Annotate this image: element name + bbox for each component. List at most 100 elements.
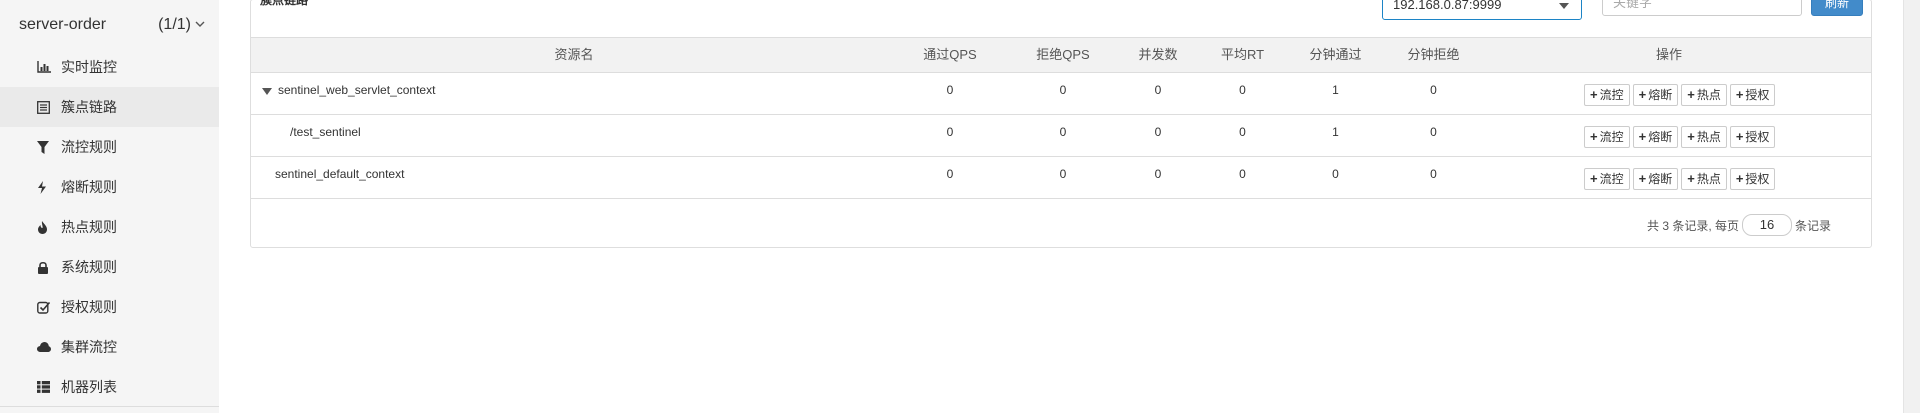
pass-qps: 0 — [946, 83, 954, 97]
column-header-minute-pass: 分钟通过 — [1309, 47, 1362, 62]
minute-pass: 0 — [1332, 167, 1339, 181]
bolt-icon — [37, 180, 59, 194]
minute-block: 0 — [1430, 125, 1437, 139]
threads: 0 — [1154, 83, 1162, 97]
sidebar-item-machine-list[interactable]: 机器列表 — [0, 367, 219, 407]
sidebar-item-label: 集群流控 — [61, 339, 117, 355]
row-actions: + 流控 + 熔断 + 热点 + 授权 — [1584, 126, 1776, 148]
add-flow-rule-button[interactable]: + 流控 — [1584, 168, 1630, 190]
add-degrade-rule-button[interactable]: + 熔断 — [1632, 84, 1679, 106]
threads: 0 — [1154, 167, 1162, 181]
row-actions: + 流控 + 熔断 + 热点 + 授权 — [1584, 168, 1776, 190]
fire-icon — [37, 220, 59, 234]
sidebar-item-realtime-monitor[interactable]: 实时监控 — [0, 47, 219, 87]
button-label: 授权 — [1745, 88, 1770, 102]
cloud-icon — [37, 342, 59, 352]
plus-icon: + — [1638, 129, 1647, 144]
button-label: 流控 — [1599, 88, 1624, 102]
avg-rt: 0 — [1239, 167, 1246, 181]
resource-name: sentinel_default_context — [275, 167, 405, 181]
list-icon — [37, 100, 59, 114]
add-hotspot-rule-button[interactable]: + 热点 — [1681, 84, 1727, 106]
button-label: 流控 — [1599, 172, 1624, 186]
table-row: sentinel_default_context 0 0 0 0 0 0 + 流控… — [251, 157, 1871, 199]
plus-icon: + — [1735, 129, 1744, 144]
minute-pass: 1 — [1332, 83, 1339, 97]
threads: 0 — [1154, 125, 1162, 139]
sidebar-item-hotspot-rules[interactable]: 热点规则 — [0, 207, 219, 247]
expand-triangle-icon[interactable] — [262, 88, 272, 95]
pass-qps: 0 — [946, 125, 954, 139]
button-label: 流控 — [1599, 130, 1624, 144]
page-size-input[interactable]: 16 — [1742, 214, 1793, 236]
sidebar-item-degrade-rules[interactable]: 熔断规则 — [0, 167, 219, 207]
plus-icon: + — [1687, 129, 1695, 144]
sidebar: server-order (1/1) 实时监控 簇点链路 流控规则 熔断规则 热… — [0, 0, 219, 413]
th-list-icon — [37, 381, 59, 393]
sidebar-item-authority-rules[interactable]: 授权规则 — [0, 287, 219, 327]
machine-select[interactable]: 192.168.0.87:9999 — [1382, 0, 1582, 20]
lock-icon — [37, 261, 59, 274]
column-header-threads: 并发数 — [1138, 47, 1178, 62]
button-label: 熔断 — [1648, 172, 1673, 186]
column-header-actions: 操作 — [1655, 47, 1682, 62]
pagination-suffix: 条记录 — [1795, 218, 1832, 233]
plus-icon: + — [1638, 87, 1647, 102]
column-header-avg-rt: 平均RT — [1220, 47, 1265, 62]
avg-rt: 0 — [1239, 125, 1246, 139]
sidebar-item-label: 熔断规则 — [61, 179, 117, 195]
check-square-icon — [37, 301, 59, 314]
sidebar-item-label: 热点规则 — [61, 219, 117, 235]
pagination: 共 3 条记录, 每页 16 条记录 — [1647, 214, 1831, 236]
table-header: 资源名 通过QPS 拒绝QPS 并发数 平均RT 分钟通过 分钟拒绝 操作 — [251, 37, 1871, 73]
add-flow-rule-button[interactable]: + 流控 — [1584, 84, 1630, 106]
keyword-search-input[interactable]: 关键字 — [1602, 0, 1802, 16]
sidebar-item-flow-rules[interactable]: 流控规则 — [0, 127, 219, 167]
caret-down-icon — [1559, 3, 1569, 9]
block-qps: 0 — [1059, 83, 1067, 97]
minute-block: 0 — [1430, 167, 1437, 181]
add-flow-rule-button[interactable]: + 流控 — [1584, 126, 1630, 148]
block-qps: 0 — [1059, 125, 1067, 139]
add-authority-rule-button[interactable]: + 授权 — [1729, 126, 1776, 148]
plus-icon: + — [1735, 87, 1744, 102]
app-name: server-order — [19, 15, 107, 33]
column-header-pass-qps: 通过QPS — [923, 47, 977, 62]
sidebar-item-cluster-flow[interactable]: 集群流控 — [0, 327, 219, 367]
vertical-scrollbar[interactable] — [1903, 0, 1920, 413]
minute-pass: 1 — [1332, 125, 1339, 139]
minute-block: 0 — [1430, 83, 1437, 97]
add-hotspot-rule-button[interactable]: + 热点 — [1681, 168, 1727, 190]
add-hotspot-rule-button[interactable]: + 热点 — [1681, 126, 1727, 148]
page-title: 簇点链路 — [260, 0, 309, 7]
plus-icon: + — [1687, 87, 1695, 102]
table-row: /test_sentinel 0 0 0 0 1 0 + 流控 + 熔断 + 热点 +… — [251, 115, 1871, 157]
resource-name: /test_sentinel — [290, 125, 361, 139]
bar-chart-icon — [37, 61, 59, 73]
pagination-prefix: 共 3 条记录, 每页 — [1647, 218, 1740, 233]
button-label: 热点 — [1696, 172, 1721, 186]
sidebar-item-label: 实时监控 — [61, 59, 117, 75]
avg-rt: 0 — [1239, 83, 1246, 97]
machine-select-value: 192.168.0.87:9999 — [1393, 0, 1502, 12]
chevron-down-icon — [195, 19, 205, 31]
column-header-block-qps: 拒绝QPS — [1036, 47, 1090, 62]
add-degrade-rule-button[interactable]: + 熔断 — [1632, 168, 1679, 190]
sidebar-item-cluster-chain[interactable]: 簇点链路 — [0, 87, 219, 127]
refresh-button[interactable]: 刷新 — [1811, 0, 1863, 16]
button-label: 授权 — [1745, 172, 1770, 186]
button-label: 熔断 — [1648, 130, 1673, 144]
add-degrade-rule-button[interactable]: + 熔断 — [1632, 126, 1679, 148]
button-label: 熔断 — [1648, 88, 1673, 102]
button-label: 热点 — [1696, 88, 1721, 102]
add-authority-rule-button[interactable]: + 授权 — [1729, 168, 1776, 190]
add-authority-rule-button[interactable]: + 授权 — [1729, 84, 1776, 106]
sidebar-item-system-rules[interactable]: 系统规则 — [0, 247, 219, 287]
row-actions: + 流控 + 熔断 + 热点 + 授权 — [1584, 84, 1776, 106]
app-selector[interactable]: server-order (1/1) — [0, 0, 219, 49]
filter-icon — [37, 140, 59, 154]
divider — [0, 406, 219, 407]
sidebar-item-label: 授权规则 — [61, 299, 117, 315]
column-header-resource: 资源名 — [554, 47, 594, 62]
plus-icon: + — [1590, 87, 1598, 102]
